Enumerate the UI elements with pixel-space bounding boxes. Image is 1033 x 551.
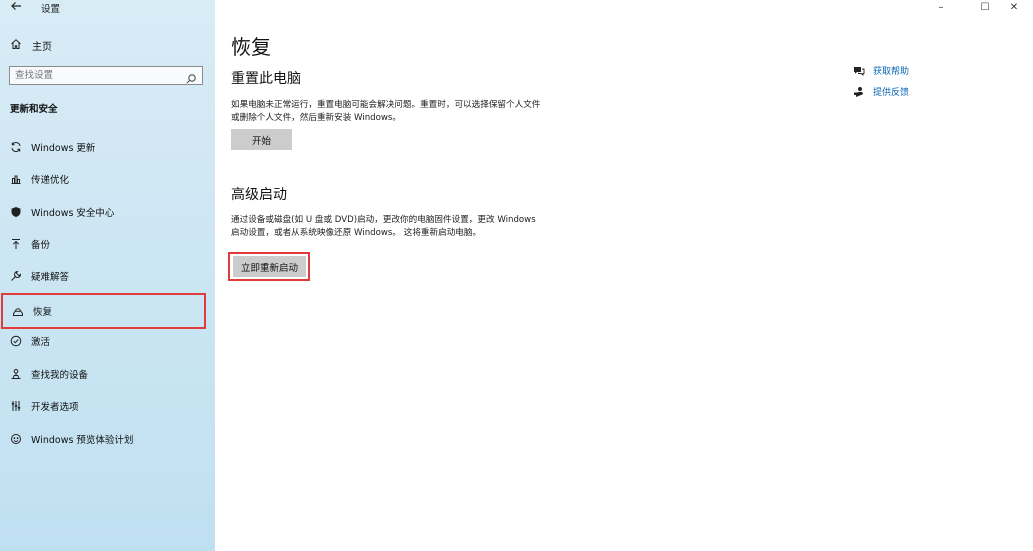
sidebar-item-windows-insider[interactable]: Windows 预览体验计划 <box>0 428 208 450</box>
reset-heading: 重置此电脑 <box>231 71 301 87</box>
section-title: 更新和安全 <box>10 104 58 115</box>
home-label: 主页 <box>32 41 52 53</box>
sidebar-item-label: Windows 预览体验计划 <box>31 435 134 446</box>
back-arrow-icon[interactable] <box>10 0 24 14</box>
sidebar-item-label: 传递优化 <box>31 175 70 186</box>
sidebar-item-backup[interactable]: 备份 <box>0 233 208 255</box>
sidebar-item-label: 开发者选项 <box>31 402 79 413</box>
sidebar-item-label: 恢复 <box>33 307 53 318</box>
search-input[interactable] <box>10 67 185 84</box>
find-device-icon <box>9 368 22 381</box>
recovery-icon <box>11 305 24 318</box>
developer-icon <box>9 400 22 413</box>
wrench-icon <box>9 270 22 283</box>
reset-description: 如果电脑未正常运行，重置电脑可能会解决问题。重置时，可以选择保留个人文件或删除个… <box>231 100 541 123</box>
backup-icon <box>9 238 22 251</box>
sidebar-item-label: 查找我的设备 <box>31 370 89 381</box>
search-box[interactable] <box>9 66 203 85</box>
minimize-button[interactable]: – <box>918 0 964 14</box>
chat-help-icon <box>853 65 865 77</box>
sidebar-item-troubleshoot[interactable]: 疑难解答 <box>0 265 208 287</box>
sidebar-item-delivery-optimization[interactable]: 传递优化 <box>0 168 208 190</box>
search-icon[interactable] <box>185 70 197 84</box>
sidebar-item-find-my-device[interactable]: 查找我的设备 <box>0 363 208 385</box>
delivery-icon <box>9 173 22 186</box>
advanced-startup-description: 通过设备或磁盘(如 U 盘或 DVD)启动，更改你的电脑固件设置，更改 Wind… <box>231 215 536 238</box>
maximize-icon: ☐ <box>980 1 990 13</box>
sidebar-item-label: 疑难解答 <box>31 272 70 283</box>
get-help-link[interactable]: 获取帮助 <box>853 64 909 77</box>
reset-start-button[interactable]: 开始 <box>231 129 292 150</box>
sidebar: 设置 主页 更新和安全 Windows 更新 传递优化 Windows 安全中心 <box>0 0 215 551</box>
sidebar-item-recovery[interactable]: 恢复 <box>1 293 206 329</box>
advanced-startup-heading: 高级启动 <box>231 187 287 203</box>
home-link[interactable]: 主页 <box>10 37 52 53</box>
home-icon <box>10 38 22 53</box>
close-button[interactable]: ✕ <box>991 0 1033 14</box>
restart-now-button[interactable]: 立即重新启动 <box>233 256 306 277</box>
sync-icon <box>9 141 22 154</box>
window-title: 设置 <box>41 4 61 15</box>
sidebar-item-label: Windows 更新 <box>31 143 96 154</box>
get-help-label: 获取帮助 <box>873 67 910 77</box>
sidebar-item-label: Windows 安全中心 <box>31 208 115 219</box>
sidebar-item-developer-options[interactable]: 开发者选项 <box>0 395 208 417</box>
check-circle-icon <box>9 335 22 348</box>
feedback-icon <box>853 86 865 98</box>
minimize-icon: – <box>938 1 944 13</box>
sidebar-item-label: 备份 <box>31 240 51 251</box>
feedback-label: 提供反馈 <box>873 88 910 98</box>
sidebar-item-windows-security[interactable]: Windows 安全中心 <box>0 201 208 223</box>
feedback-link[interactable]: 提供反馈 <box>853 85 909 98</box>
sidebar-item-activation[interactable]: 激活 <box>0 330 208 352</box>
insider-icon <box>9 433 22 446</box>
sidebar-item-label: 激活 <box>31 337 51 348</box>
page-title: 恢复 <box>231 35 271 59</box>
shield-icon <box>9 206 22 219</box>
close-icon: ✕ <box>1009 1 1019 13</box>
sidebar-item-windows-update[interactable]: Windows 更新 <box>0 136 208 158</box>
